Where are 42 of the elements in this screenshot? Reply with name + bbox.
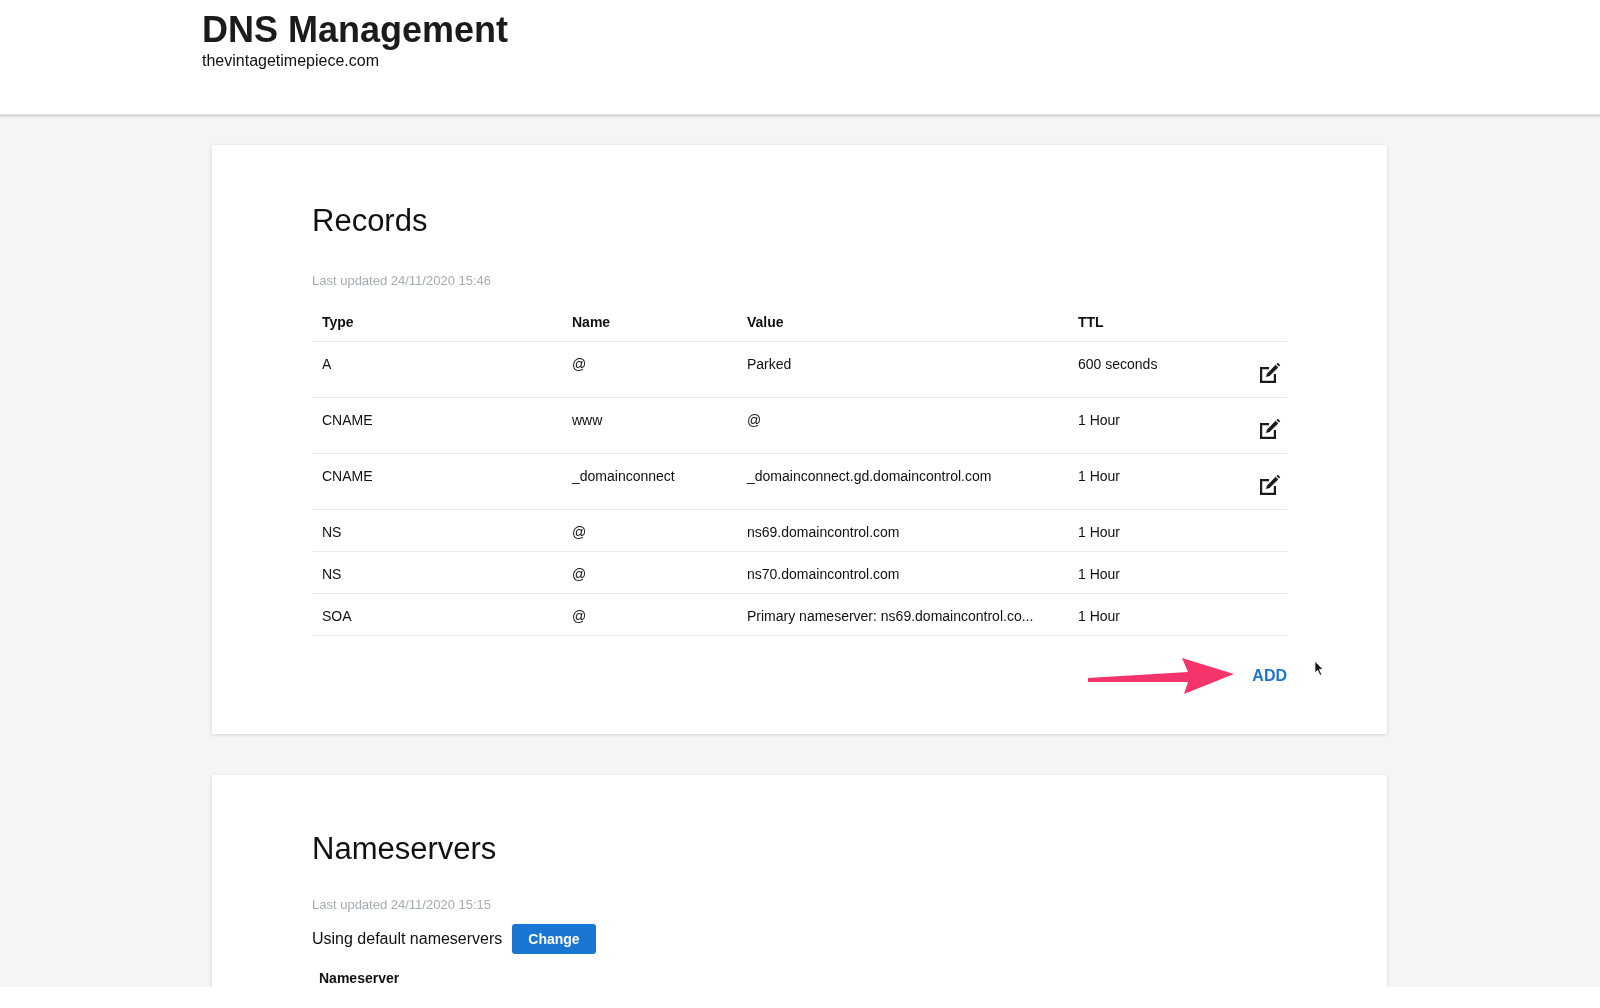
table-cell-text: @ bbox=[747, 412, 763, 428]
table-cell-text: @ bbox=[572, 524, 588, 540]
column-header: Value bbox=[747, 314, 785, 330]
table-cell-text: A bbox=[321, 356, 333, 372]
table-cell-text: 1 Hour bbox=[1078, 524, 1122, 540]
cursor-icon bbox=[1314, 660, 1325, 677]
domain-name: thevintagetimepiece.com bbox=[202, 52, 380, 70]
page-title: DNS Management bbox=[202, 8, 510, 52]
table-cell-text: CNAME bbox=[321, 412, 374, 428]
section-title: Records bbox=[312, 202, 429, 240]
table-cell-text: 1 Hour bbox=[1078, 468, 1122, 484]
last-updated-text: Last updated 24/11/2020 15:46 bbox=[312, 273, 493, 288]
add-button[interactable]: ADD bbox=[1252, 667, 1287, 685]
table-cell-text: ns69.domaincontrol.com bbox=[747, 524, 901, 540]
edit-icon[interactable] bbox=[1257, 362, 1281, 386]
table-cell-text: @ bbox=[572, 608, 588, 624]
table-cell-text: 1 Hour bbox=[1078, 412, 1122, 428]
table-cell-text: www bbox=[572, 412, 604, 428]
table-cell-text: Primary nameserver: ns69.domaincontrol.co... bbox=[747, 608, 1035, 624]
edit-icon[interactable] bbox=[1257, 474, 1281, 498]
table-cell-text: 1 Hour bbox=[1078, 566, 1122, 582]
table-cell-text: _domainconnect.gd.domaincontrol.com bbox=[747, 468, 993, 484]
table-cell-text: 600 seconds bbox=[1078, 356, 1159, 372]
table-cell-text: CNAME bbox=[321, 468, 374, 484]
table-cell-text: Parked bbox=[747, 356, 793, 372]
column-header: Type bbox=[321, 314, 355, 330]
table-cell-text: SOA bbox=[321, 608, 353, 624]
table-cell-text: NS bbox=[321, 524, 343, 540]
table-cell-text: _domainconnect bbox=[572, 468, 676, 484]
column-header: TTL bbox=[1078, 314, 1105, 330]
table-cell-text: 1 Hour bbox=[1078, 608, 1122, 624]
column-header: Nameserver bbox=[319, 970, 400, 986]
edit-icon[interactable] bbox=[1257, 418, 1281, 442]
table-cell-text: ns70.domaincontrol.com bbox=[747, 566, 901, 582]
table-cell-text: NS bbox=[321, 566, 343, 582]
last-updated-text: Last updated 24/11/2020 15:15 bbox=[312, 897, 493, 912]
table-cell-text: @ bbox=[572, 356, 588, 372]
change-button[interactable]: Change bbox=[512, 924, 596, 954]
section-title: Nameservers bbox=[312, 830, 498, 868]
nameserver-status-text: Using default nameservers bbox=[312, 930, 503, 948]
table-cell-text: @ bbox=[572, 566, 588, 582]
column-header: Name bbox=[572, 314, 612, 330]
